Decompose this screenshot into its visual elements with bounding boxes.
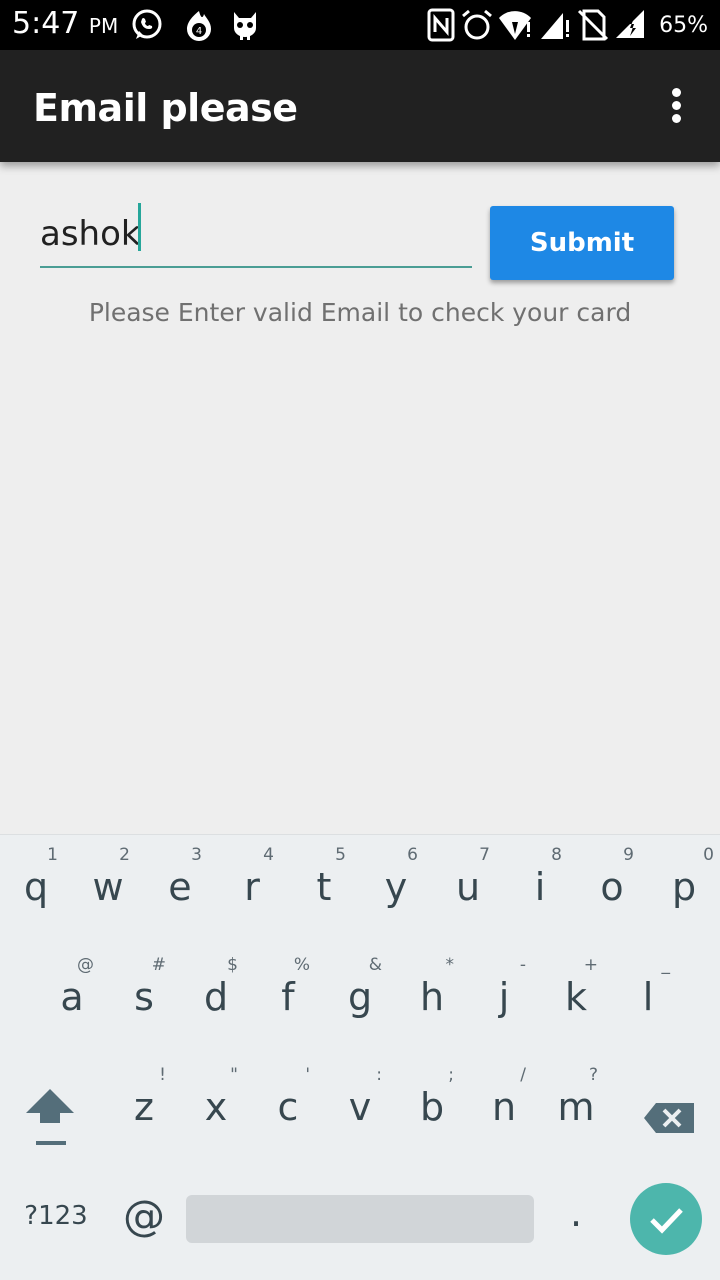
- battery-percentage: 65%: [659, 13, 708, 38]
- wifi-icon: [499, 11, 531, 40]
- key-z[interactable]: ! z: [108, 1055, 180, 1155]
- key-x[interactable]: " x: [180, 1055, 252, 1155]
- enter-key[interactable]: [630, 1183, 702, 1255]
- symbols-key[interactable]: ?123: [14, 1201, 98, 1231]
- period-key[interactable]: .: [540, 1191, 612, 1235]
- key-w[interactable]: 2w: [72, 835, 144, 935]
- text-cursor: [138, 203, 141, 251]
- email-hint-text: Please Enter valid Email to check your c…: [88, 298, 632, 327]
- key-k[interactable]: + k: [540, 945, 612, 1045]
- key-s[interactable]: # s: [108, 945, 180, 1045]
- key-n[interactable]: / n: [468, 1055, 540, 1155]
- app-bar: Email please: [0, 50, 720, 162]
- alarm-icon: [462, 9, 492, 40]
- overflow-menu-icon[interactable]: [668, 88, 684, 126]
- key-e[interactable]: 3e: [144, 835, 216, 935]
- soft-keyboard: 1q 2w 3e 4r 5t 6y 7u 8i 9o 0p @ a # s $ d %…: [0, 834, 720, 1280]
- key-v[interactable]: :v: [324, 1055, 396, 1155]
- key-b[interactable]: ; b: [396, 1055, 468, 1155]
- nfc-icon: [427, 8, 455, 42]
- whatsapp-icon: [132, 9, 162, 39]
- status-time: 5:47 PM: [12, 6, 119, 41]
- key-d[interactable]: $ d: [180, 945, 252, 1045]
- key-i[interactable]: 8i: [504, 835, 576, 935]
- key-m[interactable]: ? m: [540, 1055, 612, 1155]
- key-h[interactable]: * h: [396, 945, 468, 1045]
- key-g[interactable]: & g: [324, 945, 396, 1045]
- space-key[interactable]: [186, 1195, 534, 1243]
- checkmark-icon: [650, 1208, 683, 1234]
- shift-icon[interactable]: [14, 1081, 86, 1153]
- signal-icon: [541, 13, 569, 39]
- email-input[interactable]: [40, 196, 472, 268]
- at-key[interactable]: @: [108, 1191, 180, 1240]
- key-l[interactable]: _ l: [612, 945, 684, 1045]
- key-u[interactable]: 7u: [432, 835, 504, 935]
- key-a[interactable]: @ a: [36, 945, 108, 1045]
- cyanogen-mascot-icon: [234, 12, 256, 40]
- submit-button[interactable]: Submit: [490, 206, 674, 280]
- key-q[interactable]: 1q: [0, 835, 72, 935]
- key-t[interactable]: 5t: [288, 835, 360, 935]
- key-c[interactable]: ' c: [252, 1055, 324, 1155]
- key-p[interactable]: 0p: [648, 835, 720, 935]
- key-y[interactable]: 6y: [360, 835, 432, 935]
- key-o[interactable]: 9o: [576, 835, 648, 935]
- backspace-icon[interactable]: [634, 1081, 706, 1153]
- page-title: Email please: [33, 86, 298, 130]
- notification-badge-icon: 4: [187, 11, 211, 41]
- status-bar: 5:47 PM 4 65%: [0, 0, 720, 50]
- key-f[interactable]: % f: [252, 945, 324, 1045]
- data-icon: [616, 10, 644, 38]
- no-sim-icon: [577, 9, 609, 41]
- key-j[interactable]: -j: [468, 945, 540, 1045]
- svg-text:4: 4: [196, 26, 202, 37]
- key-r[interactable]: 4r: [216, 835, 288, 935]
